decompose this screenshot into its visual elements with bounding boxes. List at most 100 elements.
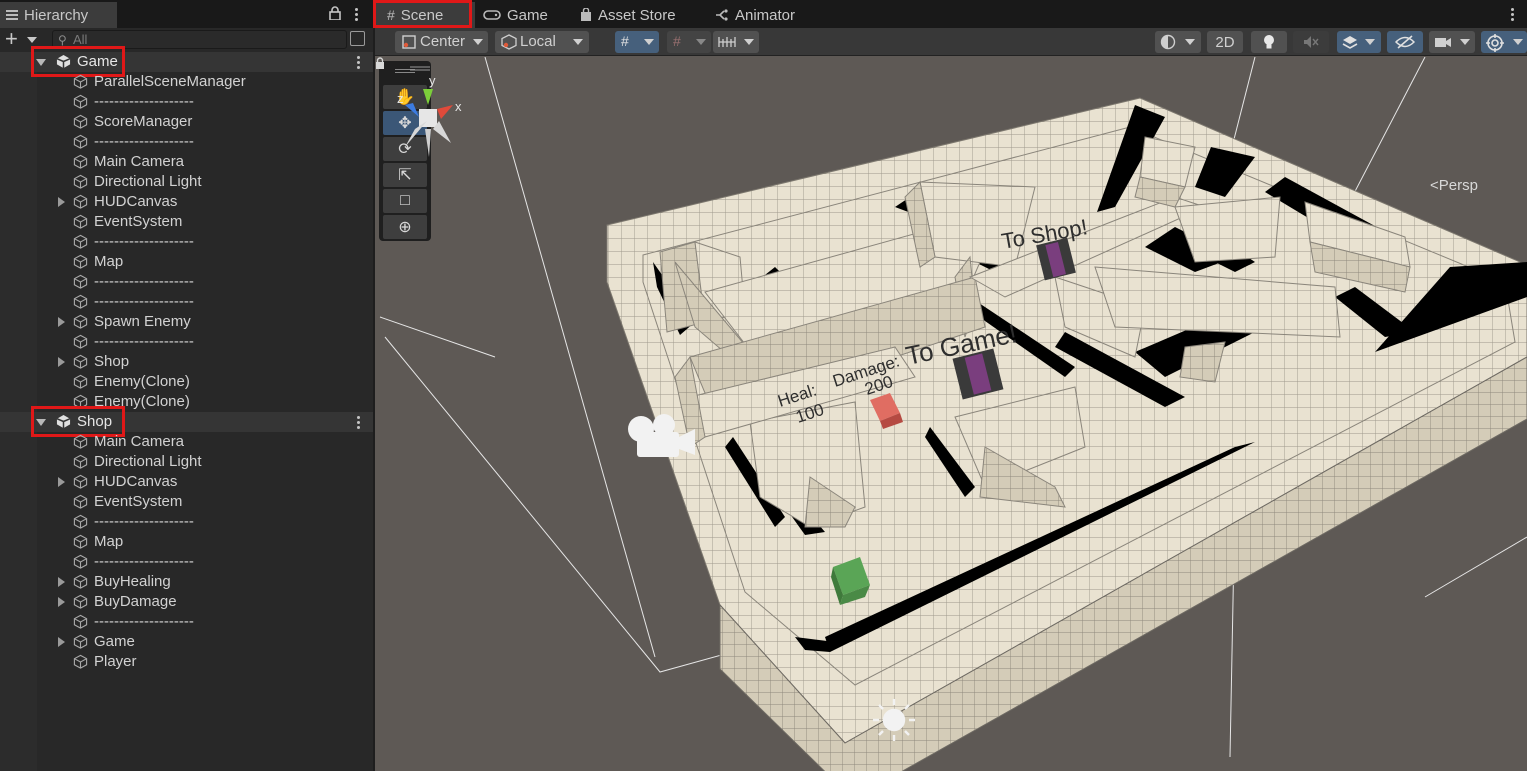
scene-viewport[interactable]: To Shop! To Game! Heal: 100 Damage: 200 … xyxy=(375,57,1527,771)
pivot-mode-dropdown[interactable]: Center xyxy=(395,31,488,53)
collapse-arrow-icon[interactable] xyxy=(58,197,65,207)
rect-tool-button[interactable]: □ xyxy=(383,189,427,213)
scene-render[interactable]: To Shop! To Game! Heal: 100 Damage: 200 xyxy=(375,57,1527,771)
hidden-objects-toggle[interactable] xyxy=(1387,31,1423,53)
hierarchy-item[interactable]: BuyDamage xyxy=(0,592,373,612)
tab-asset-store[interactable]: Asset Store xyxy=(580,2,676,28)
hierarchy-item[interactable]: ParallelSceneManager xyxy=(0,72,373,92)
tab-game[interactable]: Game xyxy=(483,2,548,28)
transform-tool-button[interactable]: ⊕ xyxy=(383,215,427,239)
collapse-arrow-icon[interactable] xyxy=(58,477,65,487)
hierarchy-item[interactable]: Map xyxy=(0,532,373,552)
scene-options-icon[interactable] xyxy=(352,414,364,430)
hierarchy-item[interactable]: EventSystem xyxy=(0,492,373,512)
lock-icon[interactable] xyxy=(329,6,341,20)
gameobject-cube-icon xyxy=(73,334,88,349)
gameobject-name: Game xyxy=(94,633,135,650)
hierarchy-item[interactable]: -------------------- xyxy=(0,512,373,532)
collapse-arrow-icon[interactable] xyxy=(58,317,65,327)
mode-2d-label: 2D xyxy=(1215,33,1235,51)
gameobject-name: -------------------- xyxy=(94,273,194,290)
search-icon: ⚲ xyxy=(58,33,67,47)
mute-icon xyxy=(1304,36,1319,48)
gizmo-z-axis[interactable] xyxy=(405,103,419,117)
hierarchy-item[interactable]: -------------------- xyxy=(0,232,373,252)
gameobject-name: Directional Light xyxy=(94,173,202,190)
gameobject-cube-icon xyxy=(73,634,88,649)
hierarchy-item[interactable]: HUDCanvas xyxy=(0,192,373,212)
hierarchy-item[interactable]: Shop xyxy=(0,352,373,372)
scene-options-icon[interactable] xyxy=(352,54,364,70)
gameobject-cube-icon xyxy=(73,554,88,569)
gameobject-cube-icon xyxy=(73,474,88,489)
tab-asset-store-label: Asset Store xyxy=(598,6,676,24)
gizmos-dropdown[interactable] xyxy=(1481,31,1527,53)
hierarchy-item[interactable]: -------------------- xyxy=(0,272,373,292)
camera-settings-dropdown[interactable] xyxy=(1429,31,1475,53)
tab-animator[interactable]: Animator xyxy=(715,2,795,28)
hierarchy-item[interactable]: Enemy(Clone) xyxy=(0,372,373,392)
hierarchy-item[interactable]: Player xyxy=(0,652,373,672)
hierarchy-item[interactable]: Main Camera xyxy=(0,432,373,452)
gameobject-cube-icon xyxy=(73,434,88,449)
gameobject-name: Map xyxy=(94,253,124,270)
hierarchy-item[interactable]: HUDCanvas xyxy=(0,472,373,492)
hierarchy-item[interactable]: -------------------- xyxy=(0,132,373,152)
effects-dropdown[interactable] xyxy=(1337,31,1381,53)
gameobject-cube-icon xyxy=(73,354,88,369)
gizmo-x-axis[interactable] xyxy=(437,105,453,119)
gameobject-cube-icon xyxy=(73,374,88,389)
hierarchy-item[interactable]: BuyHealing xyxy=(0,572,373,592)
scene-menu-icon[interactable] xyxy=(1507,4,1517,24)
gizmo-z-label: z xyxy=(397,91,404,106)
gameobject-name: ParallelSceneManager xyxy=(94,73,246,90)
hierarchy-item[interactable]: -------------------- xyxy=(0,92,373,112)
collapse-arrow-icon[interactable] xyxy=(58,637,65,647)
gameobject-name: -------------------- xyxy=(94,513,194,530)
gizmo-y-axis[interactable] xyxy=(423,89,433,105)
hierarchy-item[interactable]: Game xyxy=(0,632,373,652)
hierarchy-item[interactable]: -------------------- xyxy=(0,552,373,572)
snap-increment-toggle[interactable]: # xyxy=(667,31,711,53)
mode-2d-toggle[interactable]: 2D xyxy=(1207,31,1243,53)
add-button[interactable]: + xyxy=(5,28,18,50)
hierarchy-item[interactable]: Directional Light xyxy=(0,172,373,192)
gameobject-name: HUDCanvas xyxy=(94,193,178,210)
hierarchy-item[interactable]: Map xyxy=(0,252,373,272)
draw-mode-dropdown[interactable] xyxy=(1155,31,1201,53)
audio-toggle[interactable] xyxy=(1293,31,1329,53)
lighting-toggle[interactable] xyxy=(1251,31,1287,53)
hierarchy-item[interactable]: Spawn Enemy xyxy=(0,312,373,332)
orientation-gizmo[interactable]: y x z xyxy=(375,57,485,187)
gameobject-cube-icon xyxy=(73,314,88,329)
collapse-arrow-icon[interactable] xyxy=(58,597,65,607)
eye-hidden-icon xyxy=(1395,35,1415,49)
layers-icon xyxy=(1342,36,1358,49)
hierarchy-item[interactable]: ScoreManager xyxy=(0,112,373,132)
hierarchy-item[interactable]: -------------------- xyxy=(0,292,373,312)
collapse-arrow-icon[interactable] xyxy=(58,357,65,367)
gizmo-lock-icon[interactable] xyxy=(375,57,385,69)
hierarchy-item[interactable]: Main Camera xyxy=(0,152,373,172)
scene-visibility-filter-icon[interactable] xyxy=(350,31,365,46)
hierarchy-panel: Hierarchy + ⚲ Game ParallelSceneManager --… xyxy=(0,0,373,771)
hierarchy-item[interactable]: -------------------- xyxy=(0,612,373,632)
hierarchy-item[interactable]: -------------------- xyxy=(0,332,373,352)
hierarchy-menu-icon[interactable] xyxy=(350,4,362,24)
projection-toggle[interactable]: <Persp xyxy=(1430,177,1478,194)
hierarchy-item[interactable]: EventSystem xyxy=(0,212,373,232)
handle-space-dropdown[interactable]: Local xyxy=(495,31,589,53)
gameobject-name: -------------------- xyxy=(94,613,194,630)
grid-snap-toggle[interactable]: # xyxy=(615,31,659,53)
scene-panel: # Scene Game Asset Store Animator Center… xyxy=(373,0,1527,771)
pivot-center-icon xyxy=(402,35,416,49)
ruler-toggle[interactable] xyxy=(713,31,759,53)
hierarchy-tab[interactable]: Hierarchy xyxy=(0,2,117,28)
gameobject-cube-icon xyxy=(73,534,88,549)
collapse-arrow-icon[interactable] xyxy=(58,577,65,587)
gameobject-cube-icon xyxy=(73,194,88,209)
gizmo-y-label: y xyxy=(429,73,436,88)
hierarchy-item[interactable]: Directional Light xyxy=(0,452,373,472)
add-dropdown-arrow-icon[interactable] xyxy=(27,37,37,43)
pivot-mode-label: Center xyxy=(420,33,466,50)
